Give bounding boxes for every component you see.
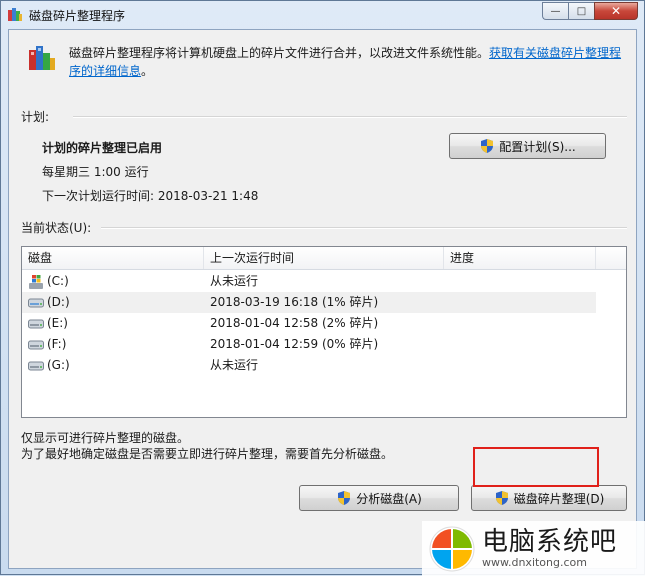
disk-list[interactable]: 磁盘 上一次运行时间 进度 (C:) 从未运行 (D:) 2018-03-19 … [21, 246, 627, 418]
defragment-disk-button[interactable]: 磁盘碎片整理(D) [471, 485, 627, 511]
column-last-run[interactable]: 上一次运行时间 [204, 247, 444, 269]
hard-drive-icon [28, 361, 44, 370]
title-bar[interactable]: 磁盘碎片整理程序 — □ ✕ [1, 1, 644, 29]
disk-name: (C:) [47, 274, 69, 288]
note-defrag-only: 仅显示可进行碎片整理的磁盘。 [21, 431, 190, 445]
intro-description: 磁盘碎片整理程序将计算机硬盘上的碎片文件进行合并，以改进文件系统性能。获取有关磁… [69, 44, 625, 80]
window-title: 磁盘碎片整理程序 [29, 9, 126, 23]
disk-row-f[interactable]: (F:) 2018-01-04 12:59 (0% 碎片) [22, 334, 596, 355]
configure-schedule-label: 配置计划(S)... [499, 139, 576, 154]
schedule-divider [73, 116, 627, 118]
disk-name: (E:) [47, 316, 68, 330]
watermark-text: 电脑系统吧 www.dnxitong.com [482, 528, 617, 569]
disk-row-d[interactable]: (D:) 2018-03-19 16:18 (1% 碎片) [22, 292, 596, 313]
disk-list-header: 磁盘 上一次运行时间 进度 [22, 247, 626, 270]
disk-cell: (D:) [28, 292, 70, 313]
disk-last-run: 2018-01-04 12:58 (2% 碎片) [210, 316, 379, 330]
column-disk[interactable]: 磁盘 [22, 247, 204, 269]
defrag-window: 磁盘碎片整理程序 — □ ✕ 磁盘碎片整理程序将计算机硬盘上的碎片文件进行合并，… [0, 0, 645, 576]
intro-text: 磁盘碎片整理程序将计算机硬盘上的碎片文件进行合并，以改进文件系统性能。 [69, 46, 490, 60]
defragment-disk-label: 磁盘碎片整理(D) [513, 491, 605, 506]
disk-cell: (C:) [28, 271, 69, 292]
defrag-large-icon [29, 46, 55, 70]
disk-cell: (F:) [28, 334, 66, 355]
configure-schedule-button[interactable]: 配置计划(S)... [449, 133, 606, 159]
watermark: 电脑系统吧 www.dnxitong.com [422, 521, 645, 576]
caption-buttons: — □ ✕ [542, 2, 638, 20]
intro-trailing: 。 [141, 64, 154, 78]
disk-last-run: 从未运行 [210, 358, 259, 372]
disk-row-e[interactable]: (E:) 2018-01-04 12:58 (2% 碎片) [22, 313, 596, 334]
disk-row-c[interactable]: (C:) 从未运行 [22, 271, 596, 292]
disk-cell: (G:) [28, 355, 70, 376]
disk-last-run: 2018-01-04 12:59 (0% 碎片) [210, 337, 379, 351]
watermark-url: www.dnxitong.com [482, 556, 587, 569]
note-analyze-first: 为了最好地确定磁盘是否需要立即进行碎片整理，需要首先分析磁盘。 [21, 447, 394, 461]
schedule-frequency: 每星期三 1:00 运行 [42, 165, 149, 179]
minimize-button[interactable]: — [542, 2, 568, 20]
defrag-app-icon [8, 8, 22, 21]
status-divider [101, 227, 627, 229]
analyze-disk-button[interactable]: 分析磁盘(A) [299, 485, 459, 511]
disk-row-g[interactable]: (G:) 从未运行 [22, 355, 596, 376]
hard-drive-icon [28, 340, 44, 349]
maximize-button[interactable]: □ [568, 2, 594, 20]
disk-last-run: 从未运行 [210, 274, 259, 288]
schedule-next-run: 下一次计划运行时间: 2018-03-21 1:48 [42, 189, 259, 203]
disk-name: (G:) [47, 358, 70, 372]
current-status-label: 当前状态(U): [21, 221, 92, 235]
disk-cell: (E:) [28, 313, 68, 334]
disk-name: (F:) [47, 337, 67, 351]
column-progress[interactable]: 进度 [444, 247, 596, 269]
disk-name: (D:) [47, 295, 70, 309]
schedule-status: 计划的碎片整理已启用 [42, 141, 163, 155]
schedule-group-label: 计划: [21, 110, 50, 124]
disk-last-run: 2018-03-19 16:18 (1% 碎片) [210, 295, 379, 309]
uac-shield-icon [338, 491, 351, 505]
uac-shield-icon [481, 139, 494, 153]
uac-shield-icon [495, 491, 508, 505]
hard-drive-icon [28, 298, 44, 307]
client-area: 磁盘碎片整理程序将计算机硬盘上的碎片文件进行合并，以改进文件系统性能。获取有关磁… [8, 29, 637, 569]
windows-drive-icon [29, 274, 43, 289]
watermark-title: 电脑系统吧 [482, 527, 618, 557]
analyze-disk-label: 分析磁盘(A) [356, 491, 422, 506]
hard-drive-icon [28, 319, 44, 328]
close-button[interactable]: ✕ [594, 2, 638, 20]
windows-logo-icon [429, 526, 475, 571]
